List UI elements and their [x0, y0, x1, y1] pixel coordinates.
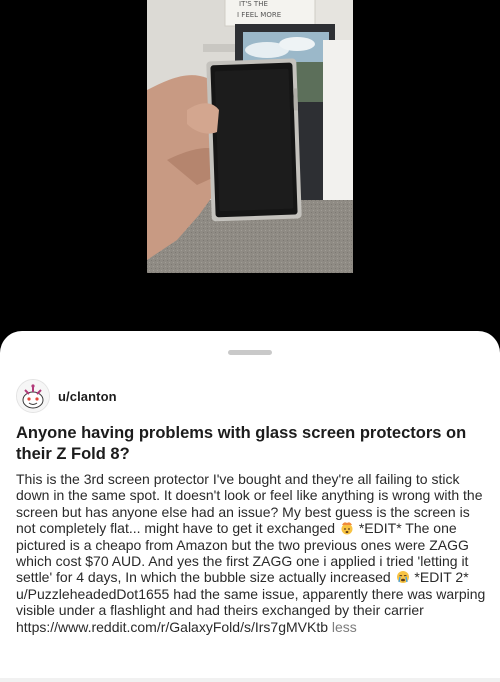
sheet-bottom-divider: [0, 678, 500, 682]
sheet-drag-handle[interactable]: [228, 350, 272, 355]
post-author[interactable]: u/clanton: [16, 379, 117, 413]
post-title: Anyone having problems with glass screen…: [16, 424, 467, 463]
author-username[interactable]: u/clanton: [58, 389, 117, 404]
post-image[interactable]: IT'S THE I FEEL MORE: [147, 0, 353, 273]
snoo-avatar-icon: [17, 380, 49, 412]
avatar[interactable]: [16, 379, 50, 413]
image-viewer: IT'S THE I FEEL MORE u/clanton Anyone ha…: [0, 0, 500, 682]
exploding-head-emoji-icon: [341, 522, 353, 535]
crying-face-emoji-icon: [396, 571, 409, 584]
show-less-link[interactable]: less: [332, 619, 357, 635]
phone-photo-illustration: IT'S THE I FEEL MORE: [147, 0, 353, 273]
post-details-sheet[interactable]: u/clanton Anyone having problems with gl…: [0, 331, 500, 682]
poster-text-1: IT'S THE: [239, 0, 268, 8]
post-body: This is the 3rd screen protector I've bo…: [16, 471, 486, 635]
poster-text-2: I FEEL MORE: [237, 11, 281, 19]
